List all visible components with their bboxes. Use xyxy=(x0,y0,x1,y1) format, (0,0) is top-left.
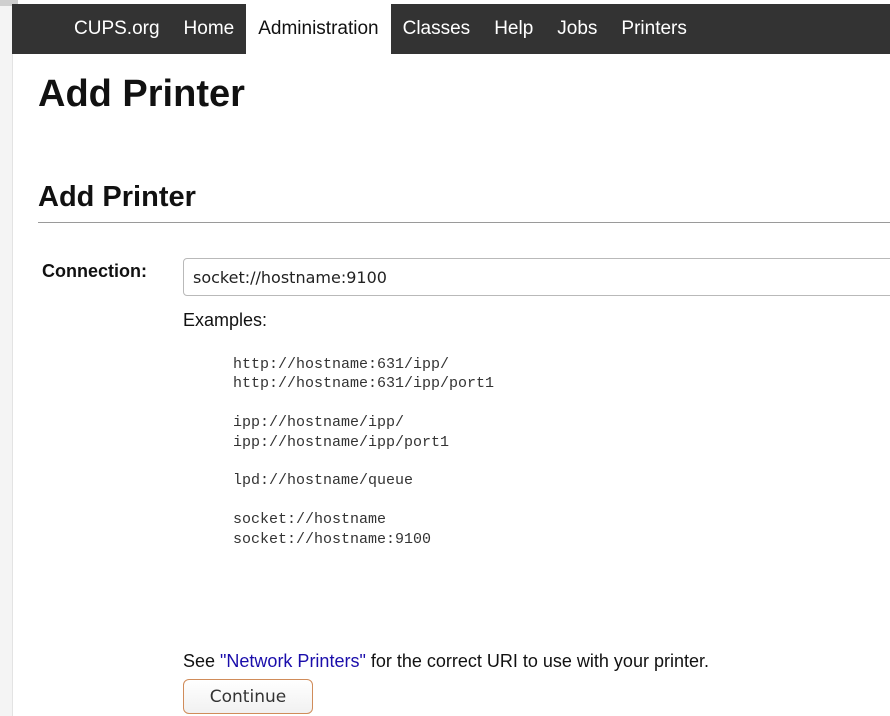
connection-label: Connection: xyxy=(42,261,147,281)
examples-label: Examples: xyxy=(183,310,268,330)
window-frame-left xyxy=(0,0,13,716)
nav-item-home[interactable]: Home xyxy=(172,4,247,54)
nav-item-jobs[interactable]: Jobs xyxy=(545,4,609,54)
network-printers-note: See "Network Printers" for the correct U… xyxy=(183,651,709,672)
connection-input[interactable] xyxy=(183,258,890,296)
network-printers-link[interactable]: "Network Printers" xyxy=(220,651,366,671)
nav-item-printers[interactable]: Printers xyxy=(609,4,698,54)
top-navbar: CUPS.org Home Administration Classes Hel… xyxy=(12,4,890,54)
examples-list: http://hostname:631/ipp/ http://hostname… xyxy=(233,356,495,548)
note-prefix: See xyxy=(183,651,221,671)
nav-item-help[interactable]: Help xyxy=(482,4,545,54)
section-divider xyxy=(38,222,890,223)
nav-item-classes[interactable]: Classes xyxy=(391,4,483,54)
section-title: Add Printer xyxy=(38,181,196,213)
nav-item-administration[interactable]: Administration xyxy=(246,4,391,54)
nav-item-cups-org[interactable]: CUPS.org xyxy=(62,4,172,54)
note-suffix: for the correct URI to use with your pri… xyxy=(365,651,709,671)
continue-button[interactable]: Continue xyxy=(183,679,313,714)
page-title: Add Printer xyxy=(38,73,245,115)
